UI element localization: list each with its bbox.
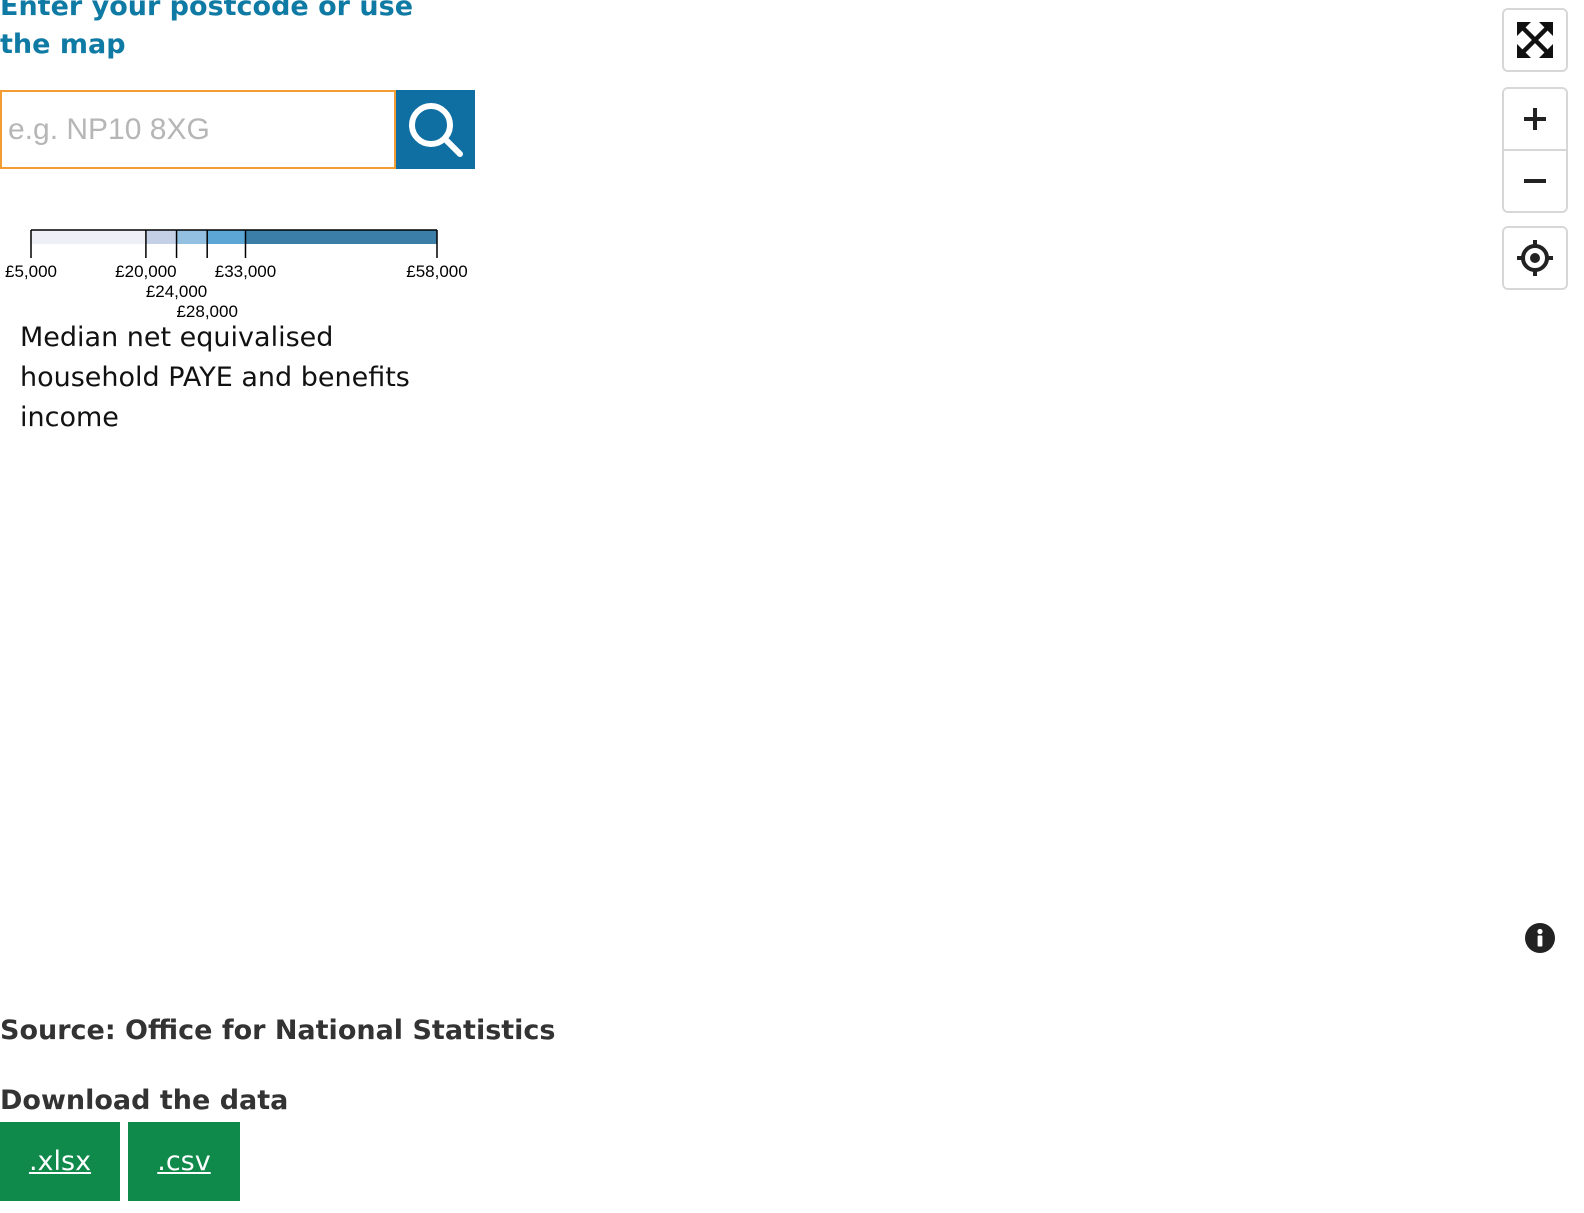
download-heading: Download the data xyxy=(0,1085,289,1116)
search-heading: Enter your postcode or use the map xyxy=(0,0,414,60)
legend-bin-5 xyxy=(245,230,437,244)
zoom-out-button[interactable] xyxy=(1504,151,1566,211)
postcode-search xyxy=(0,90,475,169)
geolocate-control xyxy=(1502,226,1568,290)
source-text: Source: Office for National Statistics xyxy=(0,1015,556,1046)
legend-bin-1 xyxy=(31,230,146,244)
search-icon xyxy=(408,102,463,157)
attribution-info-button[interactable] xyxy=(1525,923,1555,953)
legend-title: Median net equivalised household PAYE an… xyxy=(20,322,410,433)
fullscreen-control xyxy=(1502,8,1568,72)
legend-tick-label: £33,000 xyxy=(215,262,276,281)
plus-icon xyxy=(1524,108,1546,130)
fullscreen-button[interactable] xyxy=(1504,10,1566,70)
download-csv-link[interactable]: .csv xyxy=(128,1122,240,1201)
legend-bin-4 xyxy=(207,230,246,244)
legend-color-scale: £5,000 £20,000£24,000£28,000£33,000 £58,00… xyxy=(5,229,468,321)
geolocate-button[interactable] xyxy=(1504,228,1566,288)
legend-tick-label: £5,000 xyxy=(5,262,57,281)
legend-bin-2 xyxy=(145,230,177,244)
zoom-control xyxy=(1502,87,1568,213)
download-links: .xlsx .csv xyxy=(0,1122,240,1201)
legend-tick-label: £58,000 xyxy=(406,262,467,281)
download-xlsx-link[interactable]: .xlsx xyxy=(0,1122,120,1201)
postcode-input[interactable] xyxy=(0,90,396,169)
legend-tick-label: £20,000 xyxy=(115,262,176,281)
zoom-in-button[interactable] xyxy=(1504,89,1566,149)
info-icon xyxy=(1537,928,1543,947)
fullscreen-icon xyxy=(1517,22,1553,58)
search-button[interactable] xyxy=(396,90,475,169)
legend-bin-3 xyxy=(176,230,208,244)
minus-icon xyxy=(1524,179,1546,183)
legend-tick-label: £24,000 xyxy=(146,282,207,301)
locate-icon xyxy=(1517,240,1553,276)
